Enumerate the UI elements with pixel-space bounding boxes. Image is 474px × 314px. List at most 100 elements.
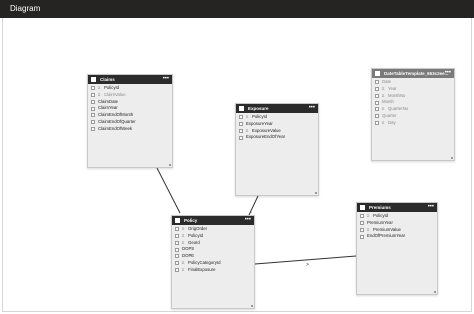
field-row[interactable]: Σ PremiumValue [357,227,437,234]
field-checkbox[interactable] [91,106,95,111]
field-checkbox[interactable] [239,135,243,140]
field-label: DOPE [182,253,195,259]
field-row[interactable]: ExposureEndOfYear [236,134,318,141]
field-label: PremiumValue [373,226,401,232]
field-checkbox[interactable] [360,227,364,232]
field-checkbox[interactable] [175,261,179,266]
field-row[interactable]: Σ PolicyCategoryId [172,260,254,267]
sigma-icon: Σ [246,127,249,133]
field-row[interactable]: Σ OrigOrder [172,226,254,233]
field-row[interactable]: Σ ExposureValue [236,128,318,135]
relationship-claims-policy[interactable] [156,167,181,214]
table-select-checkbox[interactable] [175,218,180,223]
field-row[interactable]: ClaimYear [88,105,172,112]
field-checkbox[interactable] [91,93,95,98]
field-row[interactable]: Σ FinalExposure [172,267,254,274]
field-checkbox[interactable] [375,87,379,92]
field-row[interactable]: Quarter [372,113,454,120]
field-list: Σ OrigOrder Σ PolicyId Σ GeoId DOPS DOPE Σ Policy… [172,225,254,274]
table-name: Exposure [248,106,269,111]
field-label: PolicyId [252,114,268,119]
table-select-checkbox[interactable] [91,77,96,82]
table-card-premiums[interactable]: Premiums ••• Σ PolicyId PremiumYear Σ Premiu… [356,202,438,295]
field-row[interactable]: Σ PolicyId [172,233,254,240]
more-options-icon[interactable]: ••• [428,203,434,211]
field-label: OrigOrder [188,226,208,231]
field-row[interactable]: Σ ClaimValue [88,92,172,99]
table-card-header[interactable]: Claims ••• [88,75,172,84]
field-row[interactable]: EndOfPremiumYear [357,233,437,240]
table-card-header[interactable]: Policy ••• [172,216,254,225]
field-row[interactable]: Σ MonthNo [372,93,454,100]
table-select-checkbox[interactable] [239,106,244,111]
table-card-header[interactable]: Exposure ••• [236,104,318,113]
resize-handle[interactable] [251,305,253,307]
field-row[interactable]: Σ PolicyId [236,114,318,121]
field-row[interactable]: ClaimDate [88,99,172,106]
field-checkbox[interactable] [175,234,179,239]
sigma-icon: Σ [382,85,385,91]
field-checkbox[interactable] [375,107,379,112]
field-checkbox[interactable] [91,120,95,125]
field-label: Month [382,99,394,105]
field-row[interactable]: DOPE [172,253,254,260]
field-checkbox[interactable] [175,227,179,232]
field-checkbox[interactable] [375,121,379,126]
field-checkbox[interactable] [375,80,379,85]
field-checkbox[interactable] [375,100,379,105]
field-label: PolicyCategoryId [188,259,221,265]
field-row[interactable]: Σ QuarterNo [372,106,454,113]
field-label: MonthNo [388,92,406,98]
resize-handle[interactable] [451,157,453,159]
resize-handle[interactable] [315,192,317,194]
field-row[interactable]: Month [372,99,454,106]
table-name: Claims [100,77,115,82]
resize-handle[interactable] [434,291,436,293]
field-checkbox[interactable] [239,115,243,120]
field-checkbox[interactable] [375,114,379,119]
table-name: Policy [184,218,198,223]
field-checkbox[interactable] [360,214,364,219]
table-card-exposure[interactable]: Exposure ••• Σ PolicyId ExposureYear Σ Expos… [235,103,319,196]
resize-handle[interactable] [169,164,171,166]
field-checkbox[interactable] [91,86,95,91]
more-options-icon[interactable]: ••• [445,69,451,77]
field-checkbox[interactable] [239,122,243,127]
field-row[interactable]: PremiumYear [357,220,437,227]
field-row[interactable]: DOPS [172,246,254,253]
field-checkbox[interactable] [175,268,179,273]
field-row[interactable]: Σ PolicyId [88,85,172,92]
field-checkbox[interactable] [91,99,95,104]
field-checkbox[interactable] [360,234,364,239]
table-card-policy[interactable]: Policy ••• Σ OrigOrder Σ PolicyId Σ GeoId DOPS… [171,215,255,309]
field-label: GeoId [188,239,200,245]
field-row[interactable]: Σ GeoId [172,240,254,247]
field-row[interactable]: Σ Year [372,86,454,93]
field-row[interactable]: ClaimEndOfMonth [88,112,172,119]
table-card-header[interactable]: DateTableTemplate_653c2ee... ••• [372,69,454,78]
field-row[interactable]: ClaimEndOfQuarter [88,119,172,126]
table-card-header[interactable]: Premiums ••• [357,203,437,212]
field-row[interactable]: ExposureYear [236,121,318,128]
table-card-datetable[interactable]: DateTableTemplate_653c2ee... ••• Date Σ Ye… [371,68,455,161]
field-checkbox[interactable] [91,113,95,118]
field-row[interactable]: Date [372,79,454,86]
table-select-checkbox[interactable] [360,205,365,210]
table-card-claims[interactable]: Claims ••• Σ PolicyId Σ ClaimValue ClaimDate… [87,74,173,168]
field-checkbox[interactable] [175,247,179,252]
field-checkbox[interactable] [239,128,243,133]
field-row[interactable]: ClaimEndOfWeek [88,126,172,133]
field-checkbox[interactable] [175,240,179,245]
field-checkbox[interactable] [91,127,95,132]
table-select-checkbox[interactable] [375,71,380,76]
more-options-icon[interactable]: ••• [245,216,251,224]
field-row[interactable]: Σ Day [372,120,454,127]
field-row[interactable]: Σ PolicyId [357,213,437,220]
field-checkbox[interactable] [175,254,179,259]
field-checkbox[interactable] [360,221,364,226]
sigma-icon: Σ [382,92,385,98]
more-options-icon[interactable]: ••• [309,104,315,112]
field-checkbox[interactable] [375,93,379,98]
more-options-icon[interactable]: ••• [163,75,169,83]
field-label: ClaimYear [98,105,118,111]
